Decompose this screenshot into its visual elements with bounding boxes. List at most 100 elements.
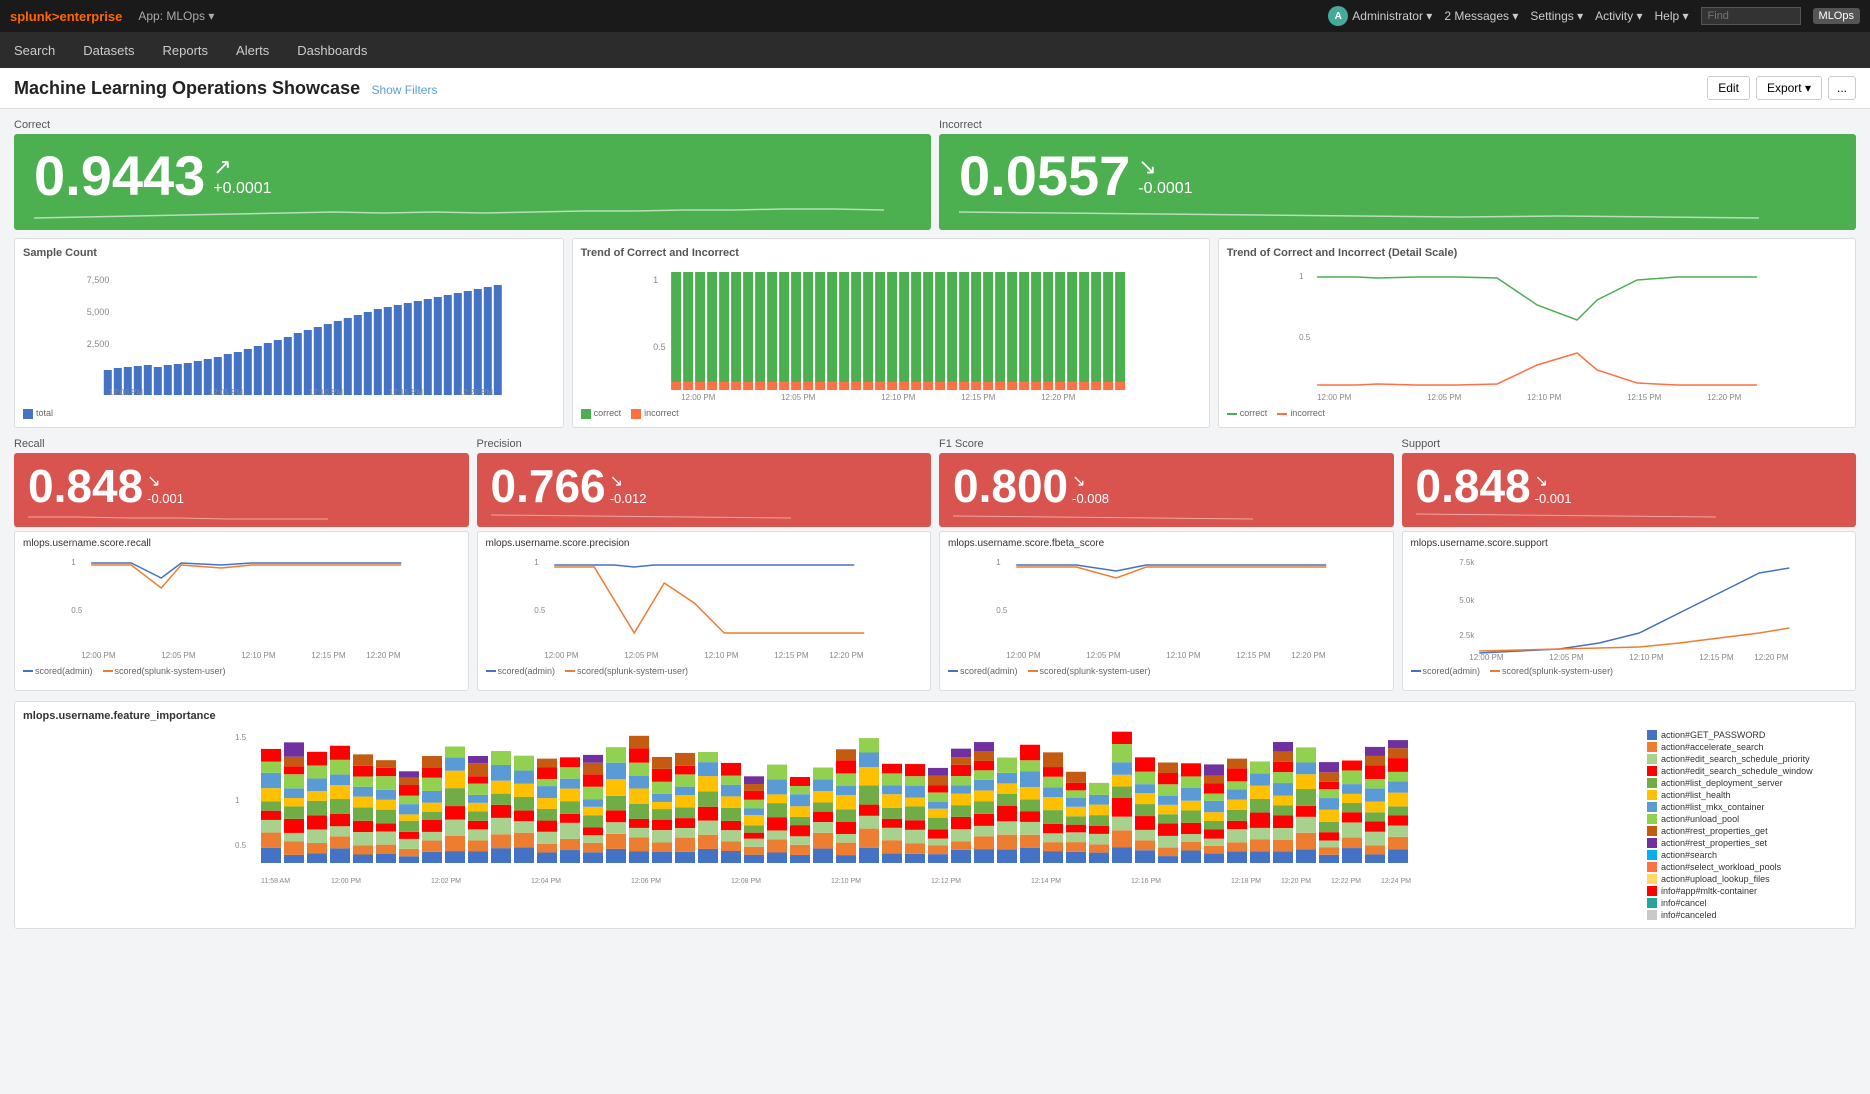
svg-text:1: 1	[235, 796, 240, 805]
recall-arrow: ↘	[147, 471, 184, 491]
legend-item: action#rest_properties_set	[1647, 838, 1847, 848]
recall-chart-title: mlops.username.score.recall	[23, 538, 460, 549]
nav-dashboards[interactable]: Dashboards	[293, 35, 371, 66]
svg-text:7,500: 7,500	[87, 275, 110, 285]
svg-text:0.5: 0.5	[996, 606, 1008, 615]
svg-text:12:10 PM: 12:10 PM	[881, 393, 916, 402]
settings-menu[interactable]: Settings ▾	[1530, 9, 1583, 23]
incorrect-delta: -0.0001	[1138, 180, 1192, 198]
support-label-col: Support 0.848 ↘ -0.001	[1402, 438, 1857, 527]
f1-line-legend: scored(admin) scored(splunk-system-user)	[948, 666, 1385, 676]
legend-item: action#list_health	[1647, 790, 1847, 800]
f1-arrow: ↘	[1072, 471, 1109, 491]
precision-section-label: Precision	[477, 438, 932, 450]
find-input[interactable]	[1701, 7, 1801, 25]
correct-value: 0.9443	[34, 148, 205, 204]
svg-text:12:00 PM: 12:00 PM	[1006, 651, 1041, 660]
precision-panel: 0.766 ↘ -0.012	[477, 453, 932, 527]
svg-text:12:10 PM: 12:10 PM	[309, 388, 344, 397]
svg-text:1.5: 1.5	[235, 733, 247, 742]
support-arrow: ↘	[1535, 471, 1572, 491]
top-nav-right: A Administrator ▾ 2 Messages ▾ Settings …	[1328, 6, 1860, 26]
recall-value: 0.848	[28, 463, 143, 509]
header-actions: Edit Export ▾ ...	[1707, 76, 1856, 100]
splunk-logo: splunk>enterprise	[10, 9, 122, 24]
feature-importance-chart: 1.5 1 0.5 11:58 AM 12:00 PM 12:02 PM 12:…	[23, 728, 1639, 888]
legend-item: action#GET_PASSWORD	[1647, 730, 1847, 740]
svg-text:12:00 PM: 12:00 PM	[109, 388, 144, 397]
svg-text:2,500: 2,500	[87, 339, 110, 349]
svg-text:0.5: 0.5	[534, 606, 546, 615]
dashboard: Correct 0.9443 ↗ +0.0001 Incorrect	[0, 109, 1870, 949]
svg-text:1: 1	[996, 558, 1001, 567]
recall-line-chart: 1 0.5 12:00 PM 12:05 PM 12:10 PM 12:15 P…	[23, 553, 460, 663]
feature-chart-area: mlops.username.feature_importance 1.5 1 …	[23, 710, 1639, 920]
page-header: Machine Learning Operations Showcase Sho…	[0, 68, 1870, 109]
top-nav: splunk>enterprise App: MLOps ▾ A Adminis…	[0, 0, 1870, 32]
correct-delta: +0.0001	[213, 180, 271, 198]
svg-text:12:10 PM: 12:10 PM	[1527, 393, 1562, 402]
svg-text:12:14 PM: 12:14 PM	[1031, 878, 1061, 885]
svg-text:12:20 PM: 12:20 PM	[1041, 393, 1076, 402]
support-chart-panel: mlops.username.score.support 7.5k 5.0k 2…	[1402, 531, 1857, 691]
nav-search[interactable]: Search	[10, 35, 59, 66]
svg-text:12:05 PM: 12:05 PM	[1427, 393, 1462, 402]
svg-text:12:15 PM: 12:15 PM	[961, 393, 996, 402]
admin-menu[interactable]: Administrator ▾	[1352, 9, 1432, 23]
export-button[interactable]: Export ▾	[1756, 76, 1822, 100]
legend-item: action#search	[1647, 850, 1847, 860]
svg-text:12:20 PM: 12:20 PM	[1707, 393, 1742, 402]
recall-section-label: Recall	[14, 438, 469, 450]
show-filters-link[interactable]: Show Filters	[371, 83, 437, 97]
correct-label: Correct	[14, 119, 931, 131]
nav-alerts[interactable]: Alerts	[232, 35, 273, 66]
svg-text:12:10 PM: 12:10 PM	[1629, 653, 1664, 662]
messages-menu[interactable]: 2 Messages ▾	[1444, 9, 1518, 23]
f1-chart-panel: mlops.username.score.fbeta_score 1 0.5 1…	[939, 531, 1394, 691]
svg-text:2.5k: 2.5k	[1459, 631, 1475, 640]
legend-item: action#list_mkx_container	[1647, 802, 1847, 812]
legend-item: info#app#mltk-container	[1647, 886, 1847, 896]
f1-line-chart: 1 0.5 12:00 PM 12:05 PM 12:10 PM 12:15 P…	[948, 553, 1385, 663]
more-options-button[interactable]: ...	[1828, 76, 1856, 100]
svg-text:1: 1	[534, 558, 539, 567]
support-line-legend: scored(admin) scored(splunk-system-user)	[1411, 666, 1848, 676]
edit-button[interactable]: Edit	[1707, 76, 1750, 100]
trend-chart: 1 0.5	[581, 265, 1201, 405]
sample-count-panel: Sample Count 7,500 5,000 2,500 total	[14, 238, 564, 428]
svg-text:12:22 PM: 12:22 PM	[1331, 878, 1361, 885]
svg-text:12:00 PM: 12:00 PM	[544, 651, 579, 660]
score-charts-row: mlops.username.score.recall 1 0.5 12:00 …	[14, 531, 1856, 691]
app-label[interactable]: App: MLOps ▾	[138, 9, 214, 23]
precision-value: 0.766	[491, 463, 606, 509]
help-menu[interactable]: Help ▾	[1654, 9, 1688, 23]
svg-text:12:00 PM: 12:00 PM	[1469, 653, 1504, 662]
precision-label-col: Precision 0.766 ↘ -0.012	[477, 438, 932, 527]
f1-chart-title: mlops.username.score.fbeta_score	[948, 538, 1385, 549]
svg-text:12:00 PM: 12:00 PM	[1317, 393, 1352, 402]
legend-item: action#unload_pool	[1647, 814, 1847, 824]
feature-importance-row: mlops.username.feature_importance 1.5 1 …	[14, 701, 1856, 929]
svg-text:1: 1	[1299, 272, 1304, 281]
recall-label-col: Recall 0.848 ↘ -0.001	[14, 438, 469, 527]
nav-datasets[interactable]: Datasets	[79, 35, 138, 66]
activity-menu[interactable]: Activity ▾	[1595, 9, 1642, 23]
precision-delta: -0.012	[610, 491, 647, 506]
recall-chart-panel: mlops.username.score.recall 1 0.5 12:00 …	[14, 531, 469, 691]
legend-item: action#upload_lookup_files	[1647, 874, 1847, 884]
chart-row-1: Sample Count 7,500 5,000 2,500 total	[14, 238, 1856, 428]
top-metrics-container: Correct 0.9443 ↗ +0.0001 Incorrect	[14, 119, 1856, 230]
sample-count-chart: 7,500 5,000 2,500 total	[23, 265, 555, 405]
svg-text:12:10 PM: 12:10 PM	[831, 878, 861, 885]
svg-text:12:12 PM: 12:12 PM	[931, 878, 961, 885]
svg-text:12:05 PM: 12:05 PM	[1549, 653, 1584, 662]
nav-reports[interactable]: Reports	[159, 35, 213, 66]
svg-text:5.0k: 5.0k	[1459, 596, 1475, 605]
legend-item: action#list_deployment_server	[1647, 778, 1847, 788]
legend-item: info#cancel	[1647, 898, 1847, 908]
trend-detail-title: Trend of Correct and Incorrect (Detail S…	[1227, 247, 1847, 259]
support-value: 0.848	[1416, 463, 1531, 509]
svg-text:5,000: 5,000	[87, 307, 110, 317]
second-nav: Search Datasets Reports Alerts Dashboard…	[0, 32, 1870, 68]
mlops-badge: MLOps	[1813, 8, 1860, 24]
